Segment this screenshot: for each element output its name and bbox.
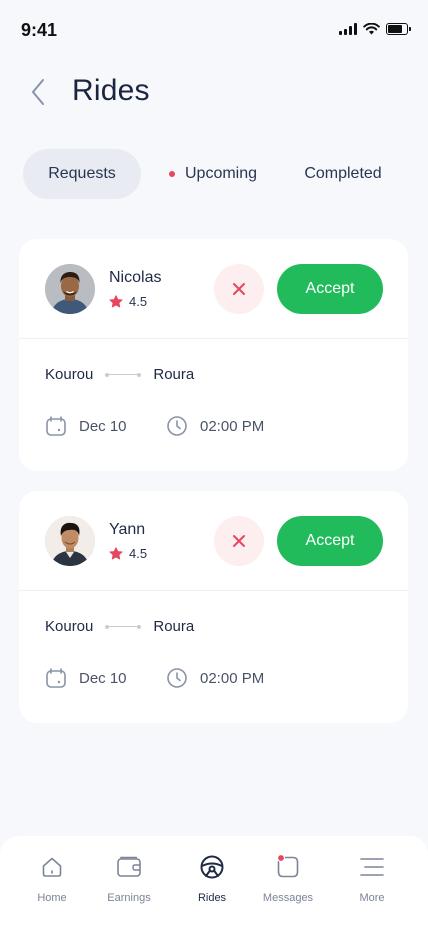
avatar bbox=[45, 264, 95, 314]
nav-item-more[interactable]: More bbox=[337, 854, 407, 904]
tab-requests[interactable]: Requests bbox=[23, 149, 141, 199]
back-button[interactable] bbox=[22, 74, 54, 110]
ride-request-card: Nicolas 4.5 Accept Kourou Roura Dec 10 0… bbox=[19, 239, 408, 471]
rider-rating: 4.5 bbox=[109, 294, 147, 309]
clock-icon bbox=[167, 416, 187, 436]
route-destination: Roura bbox=[153, 366, 195, 383]
wallet-icon bbox=[116, 854, 142, 880]
chevron-left-icon bbox=[32, 79, 44, 105]
ride-request-card: Yann 4.5 Accept Kourou Roura Dec 10 02:0… bbox=[19, 491, 408, 723]
accept-button[interactable]: Accept bbox=[277, 264, 383, 314]
ride-tabs: Requests Upcoming Completed bbox=[23, 149, 405, 199]
avatar bbox=[45, 516, 95, 566]
battery-icon bbox=[386, 23, 411, 35]
route: Kourou Roura bbox=[45, 366, 194, 383]
rating-value: 4.5 bbox=[129, 546, 148, 561]
tab-label: Requests bbox=[48, 165, 116, 182]
status-icons bbox=[339, 23, 411, 35]
message-icon bbox=[275, 854, 301, 880]
tab-upcoming[interactable]: Upcoming bbox=[165, 149, 261, 199]
ride-date: Dec 10 bbox=[45, 667, 127, 689]
tab-label: Completed bbox=[304, 165, 382, 182]
card-header: Nicolas 4.5 Accept bbox=[19, 239, 408, 339]
nav-item-rides[interactable]: Rides bbox=[177, 854, 247, 904]
bottom-nav: Home Earnings Rides Messages More bbox=[0, 836, 428, 926]
ride-time: 02:00 PM bbox=[166, 667, 264, 689]
status-bar: 9:41 bbox=[0, 0, 428, 60]
tab-completed[interactable]: Completed bbox=[301, 149, 385, 199]
nav-label: Messages bbox=[262, 892, 314, 904]
signal-icon bbox=[339, 23, 357, 35]
route-origin: Kourou bbox=[45, 618, 94, 635]
nav-item-messages[interactable]: Messages bbox=[253, 854, 323, 904]
calendar-icon bbox=[46, 416, 66, 436]
card-header: Yann 4.5 Accept bbox=[19, 491, 408, 591]
rating-value: 4.5 bbox=[129, 294, 148, 309]
nav-item-home[interactable]: Home bbox=[17, 854, 87, 904]
star-icon bbox=[109, 295, 123, 308]
date-text: Dec 10 bbox=[79, 669, 127, 687]
nav-label: Earnings bbox=[107, 892, 151, 904]
page-title: Rides bbox=[72, 74, 150, 107]
calendar-icon bbox=[46, 668, 66, 688]
time-text: 02:00 PM bbox=[200, 669, 265, 687]
rider-name: Yann bbox=[109, 521, 146, 538]
home-icon bbox=[39, 854, 65, 880]
menu-icon bbox=[359, 854, 385, 880]
star-icon bbox=[109, 547, 123, 560]
tab-label: Upcoming bbox=[184, 165, 258, 182]
nav-item-earnings[interactable]: Earnings bbox=[94, 854, 164, 904]
date-text: Dec 10 bbox=[79, 417, 127, 435]
nav-label: More bbox=[359, 892, 385, 904]
accept-button[interactable]: Accept bbox=[277, 516, 383, 566]
close-icon bbox=[233, 535, 245, 547]
route-connector bbox=[105, 624, 142, 629]
route-destination: Roura bbox=[153, 618, 195, 635]
ride-date: Dec 10 bbox=[45, 415, 127, 437]
header: Rides bbox=[0, 70, 428, 114]
clock-icon bbox=[167, 668, 187, 688]
time-text: 02:00 PM bbox=[200, 417, 265, 435]
route-origin: Kourou bbox=[45, 366, 94, 383]
route-connector bbox=[105, 372, 142, 377]
close-icon bbox=[233, 283, 245, 295]
status-time: 9:41 bbox=[21, 20, 58, 40]
ride-time: 02:00 PM bbox=[166, 415, 264, 437]
nav-label: Home bbox=[37, 892, 67, 904]
route: Kourou Roura bbox=[45, 618, 194, 635]
decline-button[interactable] bbox=[214, 516, 264, 566]
wifi-icon bbox=[363, 23, 380, 35]
nav-label: Rides bbox=[197, 892, 227, 904]
rider-name: Nicolas bbox=[109, 269, 162, 286]
steering-wheel-icon bbox=[199, 854, 225, 880]
rider-rating: 4.5 bbox=[109, 546, 147, 561]
notification-dot bbox=[168, 171, 175, 177]
decline-button[interactable] bbox=[214, 264, 264, 314]
